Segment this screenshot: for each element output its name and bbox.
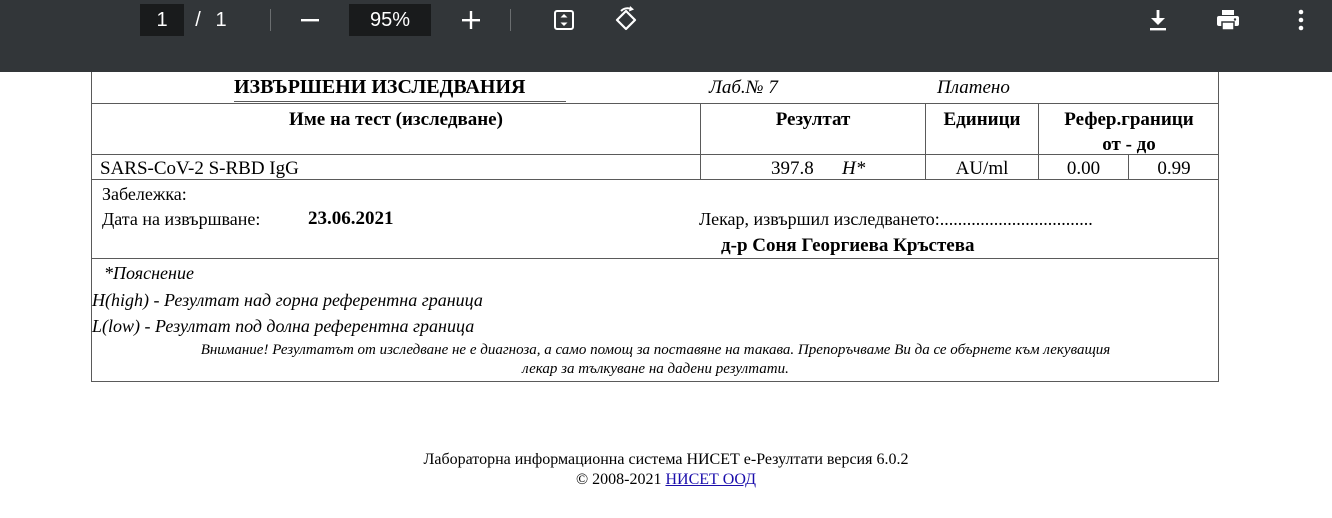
zoom-in-button[interactable] bbox=[452, 4, 490, 36]
explanation-low: L(low) - Резултат под долна референтна г… bbox=[92, 316, 475, 336]
rotate-button[interactable] bbox=[606, 4, 646, 36]
doctor-name: д-р Соня Георгиева Кръстева bbox=[721, 235, 975, 256]
fit-to-page-icon bbox=[554, 10, 574, 30]
title-underline bbox=[234, 101, 566, 102]
doctor-label: Лекар, извършил изследването:...........… bbox=[699, 209, 1093, 229]
download-icon bbox=[1150, 10, 1166, 31]
column-header-result: Резултат bbox=[775, 109, 851, 130]
toolbar-divider bbox=[510, 9, 511, 31]
fit-to-page-button[interactable] bbox=[545, 4, 583, 36]
column-header-reference-range: от - до bbox=[1102, 134, 1156, 155]
result-value-cell: 397.8 bbox=[771, 158, 814, 179]
minus-icon bbox=[301, 19, 319, 22]
ref-from-cell: 0.00 bbox=[1066, 158, 1101, 179]
test-name-cell: SARS-CoV-2 S-RBD IgG bbox=[100, 158, 299, 179]
result-flag-cell: H* bbox=[842, 158, 866, 179]
zoom-out-button[interactable] bbox=[291, 4, 329, 36]
page-number-input[interactable]: 1 bbox=[140, 4, 184, 36]
page-total: 1 bbox=[215, 8, 227, 31]
table-divider bbox=[92, 179, 1219, 180]
date-value: 23.06.2021 bbox=[308, 208, 394, 229]
explanation-high: H(high) - Резултат над горна референтна … bbox=[92, 290, 483, 310]
download-button[interactable] bbox=[1138, 4, 1178, 36]
toolbar-divider bbox=[270, 9, 271, 31]
column-header-test-name: Име на тест (изследване) bbox=[289, 109, 503, 130]
more-options-button[interactable] bbox=[1286, 4, 1316, 36]
company-link[interactable]: НИСЕТ ООД bbox=[665, 471, 756, 488]
lab-number: Лаб.№ 7 bbox=[709, 77, 778, 98]
zoom-level-input[interactable]: 95% bbox=[349, 4, 431, 36]
report-table: ИЗВЪРШЕНИ ИЗСЛЕДВАНИЯ Лаб.№ 7 Платено Им… bbox=[91, 72, 1219, 382]
plus-icon bbox=[462, 11, 480, 29]
print-button[interactable] bbox=[1208, 4, 1248, 36]
paid-status: Платено bbox=[937, 77, 1010, 98]
more-vertical-icon bbox=[1298, 9, 1304, 31]
footer-copyright: © 2008-2021 НИСЕТ ООД bbox=[0, 471, 1332, 489]
pdf-toolbar: 1 / 1 95% bbox=[0, 0, 1332, 72]
footer-system-info: Лабораторна информационна система НИСЕТ … bbox=[423, 451, 909, 468]
ref-to-cell: 0.99 bbox=[1157, 158, 1191, 179]
explanation-title: *Пояснение bbox=[104, 263, 194, 283]
column-header-reference: Рефер.граници bbox=[1064, 109, 1194, 130]
column-header-units: Единици bbox=[943, 109, 1021, 130]
table-divider bbox=[92, 103, 1219, 104]
date-label: Дата на извършване: bbox=[102, 209, 261, 229]
print-icon bbox=[1217, 10, 1239, 31]
table-divider bbox=[92, 258, 1219, 259]
rotate-icon bbox=[615, 6, 637, 31]
warning-text-line-2: лекар за тълкуване на дадени резултати. bbox=[522, 361, 789, 377]
table-divider bbox=[92, 154, 1219, 155]
report-title: ИЗВЪРШЕНИ ИЗСЛЕДВАНИЯ bbox=[234, 76, 526, 98]
unit-cell: AU/ml bbox=[955, 158, 1009, 179]
warning-text-line-1: Внимание! Резултатът от изследване не е … bbox=[200, 342, 1111, 358]
note-label: Забележка: bbox=[102, 184, 187, 204]
copyright-text: © 2008-2021 bbox=[575, 471, 662, 488]
